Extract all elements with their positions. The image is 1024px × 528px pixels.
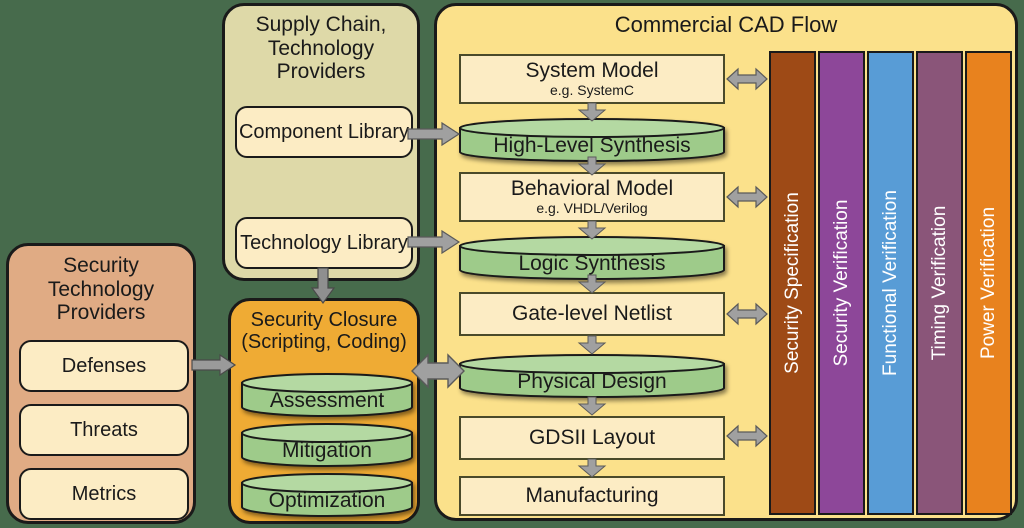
flow-arrow-down-1 (577, 102, 607, 122)
supply-chain-title: Supply Chain, Technology Providers (255, 13, 387, 84)
threats-label: Threats (70, 418, 138, 441)
step-system-model[interactable]: System Model e.g. SystemC (459, 54, 725, 104)
security-technology-providers-panel: Security Technology Providers Defenses T… (6, 243, 196, 524)
commercial-cad-flow-panel: Commercial CAD Flow System Model e.g. Sy… (434, 3, 1018, 521)
verification-bar-security-verification[interactable]: Security Verification (818, 51, 865, 515)
verification-bar-power-verification[interactable]: Power Verification (965, 51, 1012, 515)
arrow-technology-library-to-logic-synthesis (407, 229, 461, 255)
verification-bar-power-verification-label: Power Verification (977, 206, 999, 360)
step-physical-design[interactable]: Physical Design (459, 354, 725, 398)
step-behavioral-model-sub: e.g. VHDL/Verilog (536, 199, 648, 216)
step-manufacturing[interactable]: Manufacturing (459, 476, 725, 516)
supply-chain-panel: Supply Chain, Technology Providers Compo… (222, 3, 420, 281)
verification-bar-functional-verification-label: Functional Verification (879, 190, 901, 376)
flow-arrow-down-4 (577, 274, 607, 294)
optimization-cylinder[interactable]: Optimization (241, 473, 413, 517)
step-gate-level-netlist[interactable]: Gate-level Netlist (459, 292, 725, 336)
flow-arrow-down-6 (577, 396, 607, 416)
flow-arrow-down-2 (577, 156, 607, 176)
step-high-level-synthesis[interactable]: High-Level Synthesis (459, 118, 725, 162)
flow-arrow-down-5 (577, 335, 607, 355)
verification-bar-security-specification-label: Security Specification (781, 192, 803, 374)
step-gdsii-layout[interactable]: GDSII Layout (459, 416, 725, 460)
flow-arrow-down-3 (577, 220, 607, 240)
verification-bar-security-verification-label: Security Verification (830, 199, 852, 367)
arrow-component-library-to-hls (407, 121, 461, 147)
security-closure-title: Security Closure (Scripting, Coding) (241, 309, 407, 354)
assessment-cylinder[interactable]: Assessment (241, 373, 413, 417)
verification-bar-timing-verification-label: Timing Verification (928, 205, 950, 361)
step-system-model-label: System Model (525, 58, 659, 82)
step-behavioral-model[interactable]: Behavioral Model e.g. VHDL/Verilog (459, 172, 725, 222)
verification-bar-functional-verification[interactable]: Functional Verification (867, 51, 914, 515)
step-gate-level-netlist-label: Gate-level Netlist (512, 301, 672, 325)
verification-bar-security-specification[interactable]: Security Specification (769, 51, 816, 515)
arrow-security-closure-to-physical-design (411, 352, 465, 390)
verify-arrow-system-model (726, 66, 768, 92)
step-logic-synthesis[interactable]: Logic Synthesis (459, 236, 725, 280)
technology-library-label: Technology Library (240, 231, 408, 254)
step-gdsii-layout-label: GDSII Layout (528, 425, 656, 449)
threats-box[interactable]: Threats (19, 404, 189, 456)
verify-arrow-gdsii-layout (726, 423, 768, 449)
verify-arrow-gate-level-netlist (726, 301, 768, 327)
step-manufacturing-label: Manufacturing (525, 483, 659, 507)
technology-library-box[interactable]: Technology Library (235, 217, 413, 269)
flow-arrow-down-7 (577, 458, 607, 478)
diagram-canvas: Supply Chain, Technology Providers Compo… (0, 0, 1024, 528)
defenses-label: Defenses (61, 354, 147, 377)
verification-bar-timing-verification[interactable]: Timing Verification (916, 51, 963, 515)
verify-arrow-behavioral-model (726, 184, 768, 210)
defenses-box[interactable]: Defenses (19, 340, 189, 392)
security-tech-providers-title: Security Technology Providers (47, 254, 155, 325)
arrow-security-tech-to-security-closure (191, 353, 237, 377)
step-behavioral-model-label: Behavioral Model (510, 176, 674, 200)
mitigation-cylinder[interactable]: Mitigation (241, 423, 413, 467)
cad-flow-title: Commercial CAD Flow (614, 12, 838, 37)
component-library-label: Component Library (238, 120, 410, 143)
arrow-supply-chain-to-security-closure (310, 267, 336, 305)
metrics-label: Metrics (71, 482, 137, 505)
step-system-model-sub: e.g. SystemC (549, 81, 635, 98)
component-library-box[interactable]: Component Library (235, 106, 413, 158)
metrics-box[interactable]: Metrics (19, 468, 189, 520)
security-closure-panel: Security Closure (Scripting, Coding) Ass… (228, 298, 420, 524)
